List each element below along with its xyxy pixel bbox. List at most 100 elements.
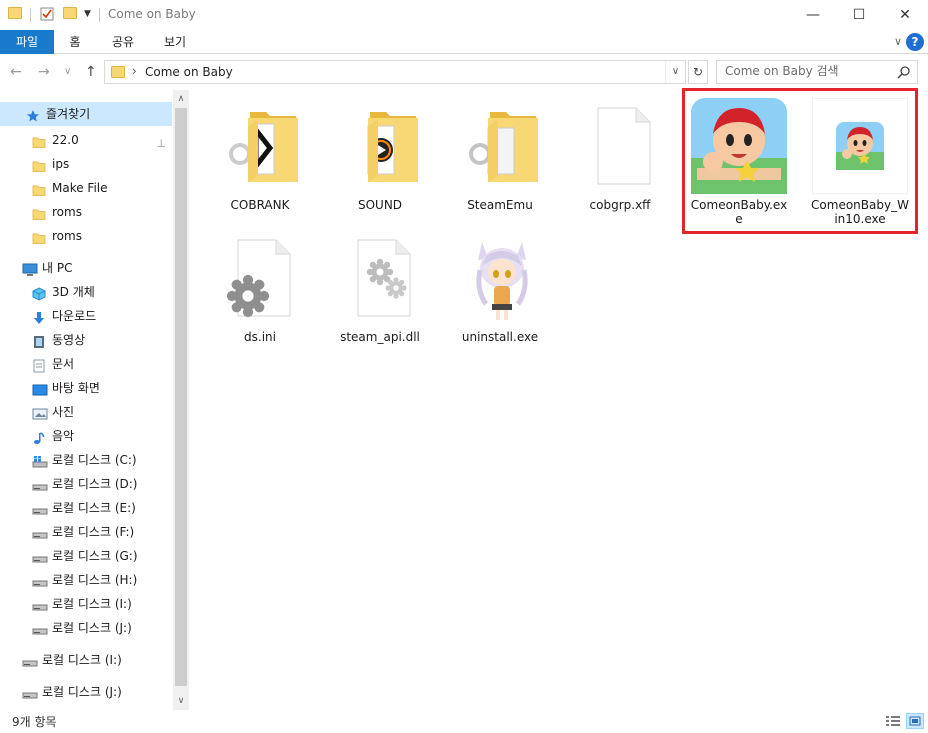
nav-item-사진[interactable]: 사진 (0, 400, 172, 424)
breadcrumb-current[interactable]: Come on Baby (145, 65, 233, 79)
nav-item-label: 로컬 디스크 (C:) (52, 453, 137, 467)
forward-button[interactable]: → (38, 64, 50, 80)
nav-item-다운로드[interactable]: 다운로드 (0, 304, 172, 328)
expand-ribbon-button[interactable]: ∨ (894, 35, 902, 48)
address-bar[interactable]: › Come on Baby ∨ (104, 60, 686, 84)
nav-item-로컬-디스크-d[interactable]: 로컬 디스크 (D:) (0, 472, 172, 496)
drive-icon (22, 653, 38, 677)
nav-item-label: 22.0 (52, 133, 79, 147)
nav-item-label: 로컬 디스크 (E:) (52, 501, 136, 515)
tab-home[interactable]: 홈 (58, 30, 92, 54)
nav-item-label: 로컬 디스크 (I:) (52, 597, 132, 611)
blank-file-icon (572, 98, 668, 194)
nav-item-label: 사진 (52, 405, 75, 419)
nav-item-로컬-디스크-j[interactable]: 로컬 디스크 (J:) (0, 680, 172, 704)
nav-item-즐겨찾기[interactable]: 즐겨찾기 (0, 102, 172, 126)
maximize-button[interactable]: ☐ (836, 0, 882, 30)
nav-item-로컬-디스크-g[interactable]: 로컬 디스크 (G:) (0, 544, 172, 568)
minimize-button[interactable]: — (790, 0, 836, 30)
breadcrumb-separator[interactable]: › (132, 64, 137, 78)
window-title: Come on Baby (108, 7, 196, 21)
nav-item-로컬-디스크-f[interactable]: 로컬 디스크 (F:) (0, 520, 172, 544)
close-button[interactable]: ✕ (882, 0, 928, 30)
folder-icon (8, 7, 22, 19)
tab-file[interactable]: 파일 (0, 30, 54, 54)
file-item-cobgrp-xff[interactable]: cobgrp.xff (570, 98, 670, 212)
tab-share[interactable]: 공유 (100, 30, 146, 54)
nav-item-22.0[interactable]: 22.0 ⊥ (0, 128, 172, 152)
file-name: uninstall.exe (461, 330, 539, 344)
recent-locations-button[interactable]: ∨ (64, 66, 71, 77)
app-icon (452, 230, 548, 326)
nav-item-label: 로컬 디스크 (I:) (42, 653, 122, 667)
file-item-ds-ini[interactable]: ds.ini (210, 230, 310, 344)
folder-icon (32, 229, 46, 253)
scroll-up-button[interactable]: ∧ (173, 91, 189, 107)
large-icons-view-button[interactable] (906, 713, 924, 729)
address-dropdown-button[interactable]: ∨ (665, 61, 685, 83)
tab-view[interactable]: 보기 (152, 30, 198, 54)
file-item-steam-api-dll[interactable]: steam_api.dll (330, 230, 430, 344)
nav-item-label: 로컬 디스크 (G:) (52, 549, 138, 563)
help-button[interactable]: ? (906, 33, 924, 51)
status-bar: 9개 항목 (0, 710, 928, 733)
ribbon-tabs: 파일 홈 공유 보기 ∨ ? (0, 30, 928, 54)
nav-scrollbar[interactable]: ∧ ∨ (173, 90, 189, 710)
nav-item-make-file[interactable]: Make File (0, 176, 172, 200)
new-folder-icon[interactable] (63, 7, 77, 19)
nav-item-label: 음악 (52, 429, 75, 443)
nav-item-roms[interactable]: roms (0, 200, 172, 224)
divider (99, 8, 100, 22)
nav-item-label: ips (52, 157, 70, 171)
nav-item-내-pc[interactable]: 내 PC (0, 256, 172, 280)
divider (30, 8, 31, 22)
nav-item-label: 동영상 (52, 333, 86, 347)
file-name: COBRANK (230, 198, 290, 212)
nav-item-로컬-디스크-e[interactable]: 로컬 디스크 (E:) (0, 496, 172, 520)
nav-item-label: roms (52, 229, 82, 243)
address-bar-row: ← → ∨ ↑ › Come on Baby ∨ ↻ (0, 56, 928, 88)
customize-toolbar-icon[interactable]: ▼ (84, 9, 91, 19)
back-button[interactable]: ← (10, 64, 22, 80)
highlight-box (682, 88, 918, 234)
navigation-pane: 즐겨찾기 22.0 ⊥ ips Make File roms roms 내 PC 3D 개체다운… (0, 90, 190, 710)
title-bar: ▼ Come on Baby — ☐ ✕ (0, 0, 928, 30)
properties-icon[interactable] (40, 7, 54, 24)
file-item-steamemu[interactable]: SteamEmu (450, 98, 550, 212)
drive-icon (22, 685, 38, 709)
details-view-button[interactable] (884, 713, 902, 729)
nav-item-동영상[interactable]: 동영상 (0, 328, 172, 352)
nav-item-로컬-디스크-h[interactable]: 로컬 디스크 (H:) (0, 568, 172, 592)
nav-item-음악[interactable]: 음악 (0, 424, 172, 448)
nav-item-label: 로컬 디스크 (H:) (52, 573, 138, 587)
file-item-sound[interactable]: SOUND (330, 98, 430, 212)
scroll-down-button[interactable]: ∨ (173, 693, 189, 709)
nav-item-로컬-디스크-i[interactable]: 로컬 디스크 (I:) (0, 648, 172, 672)
item-count: 9개 항목 (12, 715, 57, 729)
nav-item-roms[interactable]: roms (0, 224, 172, 248)
file-item-uninstall-exe[interactable]: uninstall.exe (450, 230, 550, 344)
nav-item-로컬-디스크-j[interactable]: 로컬 디스크 (J:) (0, 616, 172, 640)
search-box[interactable] (716, 60, 918, 84)
nav-item-바탕-화면[interactable]: 바탕 화면 (0, 376, 172, 400)
file-name: steam_api.dll (340, 330, 420, 344)
file-name: SteamEmu (467, 198, 533, 212)
scroll-thumb[interactable] (175, 108, 187, 686)
refresh-button[interactable]: ↻ (688, 60, 708, 84)
nav-item-로컬-디스크-c[interactable]: 로컬 디스크 (C:) (0, 448, 172, 472)
nav-item-로컬-디스크-i[interactable]: 로컬 디스크 (I:) (0, 592, 172, 616)
file-item-cobrank[interactable]: COBRANK (210, 98, 310, 212)
settings-file-icon (212, 230, 308, 326)
search-icon[interactable] (897, 65, 911, 82)
nav-item-ips[interactable]: ips (0, 152, 172, 176)
nav-item-label: 바탕 화면 (52, 381, 100, 395)
folder-icon (332, 98, 428, 194)
nav-item-label: 내 PC (42, 261, 73, 275)
search-input[interactable] (725, 64, 895, 78)
nav-item-label: Make File (52, 181, 108, 195)
nav-item-label: 로컬 디스크 (D:) (52, 477, 138, 491)
up-button[interactable]: ↑ (85, 64, 97, 80)
nav-item-문서[interactable]: 문서 (0, 352, 172, 376)
nav-item-3d-개체[interactable]: 3D 개체 (0, 280, 172, 304)
nav-item-label: 3D 개체 (52, 285, 95, 299)
